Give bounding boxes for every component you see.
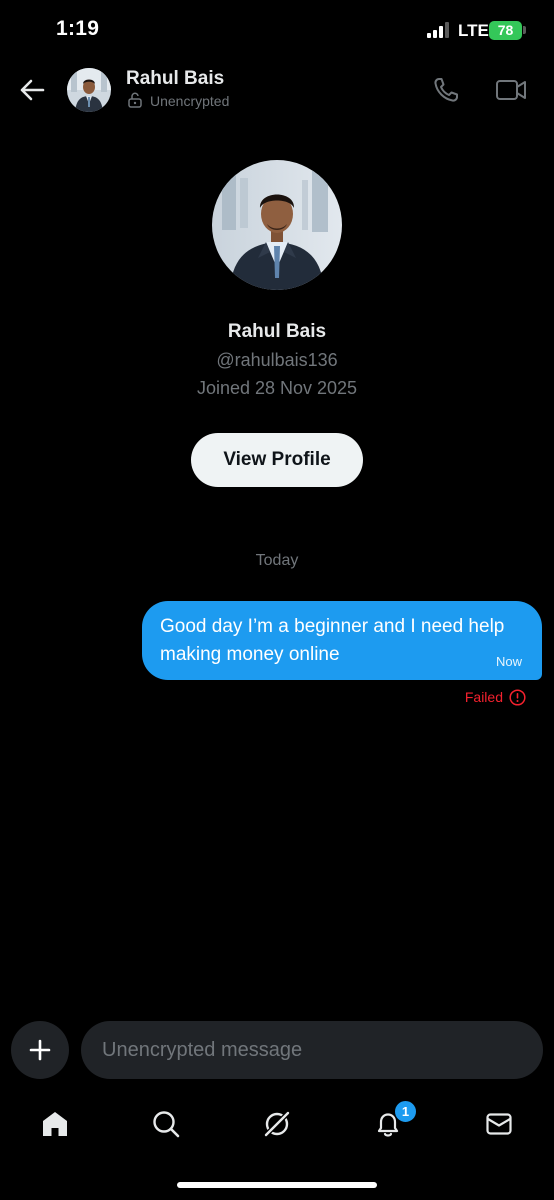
profile-handle: @rahulbais136 — [216, 350, 338, 370]
message-text: Good day I’m a beginner and I need help … — [160, 616, 505, 665]
nav-home[interactable] — [35, 1104, 75, 1144]
video-camera-icon — [496, 80, 526, 100]
grok-icon — [263, 1110, 291, 1138]
profile-name: Rahul Bais — [227, 321, 327, 342]
search-icon — [153, 1111, 180, 1138]
message-timestamp: Now — [495, 654, 522, 669]
unlock-icon — [128, 92, 142, 108]
mail-icon — [486, 1113, 512, 1135]
home-indicator — [177, 1182, 377, 1188]
nav-search[interactable] — [146, 1104, 186, 1144]
voice-call-button[interactable] — [431, 75, 461, 105]
encryption-status: Unencrypted — [150, 93, 230, 109]
battery-icon: 78 — [489, 21, 522, 40]
battery-cap — [523, 26, 526, 34]
arrow-left-icon — [20, 79, 45, 101]
avatar-image — [67, 68, 111, 112]
status-time: 1:19 — [56, 17, 100, 40]
nav-grok[interactable] — [257, 1104, 297, 1144]
cellular-signal-icon — [427, 22, 449, 38]
message-failed-status[interactable]: Failed — [465, 689, 503, 705]
network-type: LTE — [458, 21, 489, 40]
avatar[interactable] — [67, 68, 111, 112]
status-bar: 1:19 LTE 78 — [0, 0, 554, 60]
message-input[interactable] — [81, 1021, 543, 1079]
nav-messages[interactable] — [479, 1104, 519, 1144]
conversation-header: Rahul Bais Unencrypted — [0, 60, 554, 120]
view-profile-button[interactable]: View Profile — [191, 433, 363, 487]
notification-badge: 1 — [394, 1100, 417, 1123]
message-bubble[interactable]: Good day I’m a beginner and I need help … — [142, 601, 542, 680]
phone-icon — [434, 78, 458, 102]
date-divider: Today — [255, 552, 299, 569]
plus-icon — [29, 1039, 51, 1061]
profile-photo — [212, 160, 342, 290]
back-button[interactable] — [16, 74, 48, 106]
error-icon[interactable] — [509, 689, 526, 706]
contact-name[interactable]: Rahul Bais — [126, 68, 224, 90]
video-call-button[interactable] — [495, 76, 527, 104]
profile-joined-date: Joined 28 Nov 2025 — [196, 378, 358, 398]
add-attachment-button[interactable] — [11, 1021, 69, 1079]
bottom-navigation — [0, 1094, 554, 1154]
home-icon — [43, 1112, 67, 1136]
profile-avatar[interactable] — [212, 160, 342, 290]
